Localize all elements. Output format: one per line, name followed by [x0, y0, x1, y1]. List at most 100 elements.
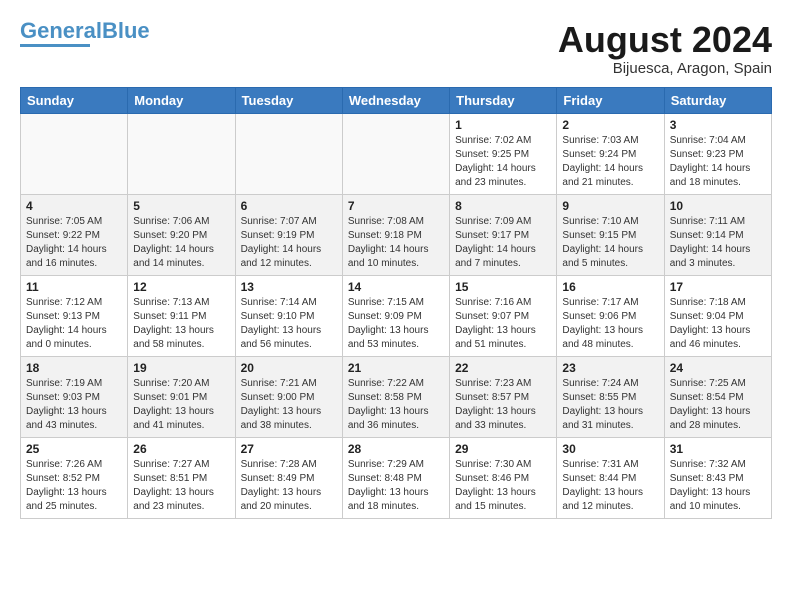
calendar-cell: 27 Sunrise: 7:28 AM Sunset: 8:49 PM Dayli… [235, 437, 342, 518]
calendar-cell: 21 Sunrise: 7:22 AM Sunset: 8:58 PM Dayli… [342, 356, 449, 437]
day-number: 4 [26, 199, 122, 213]
day-number: 31 [670, 442, 766, 456]
day-info: Sunrise: 7:21 AM Sunset: 9:00 PM Dayligh… [241, 377, 337, 433]
day-info: Sunrise: 7:25 AM Sunset: 8:54 PM Dayligh… [670, 377, 766, 433]
week-row-1: 1 Sunrise: 7:02 AM Sunset: 9:25 PM Daylig… [21, 113, 772, 194]
day-number: 14 [348, 280, 444, 294]
logo-general: General [20, 18, 102, 43]
day-info: Sunrise: 7:06 AM Sunset: 9:20 PM Dayligh… [133, 215, 229, 271]
day-number: 23 [562, 361, 658, 375]
day-info: Sunrise: 7:27 AM Sunset: 8:51 PM Dayligh… [133, 458, 229, 514]
day-number: 13 [241, 280, 337, 294]
calendar-cell: 7Sunrise: 7:08 AM Sunset: 9:18 PM Daylig… [342, 194, 449, 275]
day-number: 28 [348, 442, 444, 456]
calendar-cell: 20 Sunrise: 7:21 AM Sunset: 9:00 PM Dayli… [235, 356, 342, 437]
day-info: Sunrise: 7:13 AM Sunset: 9:11 PM Dayligh… [133, 296, 229, 352]
day-number: 11 [26, 280, 122, 294]
day-info: Sunrise: 7:07 AM Sunset: 9:19 PM Dayligh… [241, 215, 337, 271]
page-header: GeneralBlue August 2024 Bijuesca, Aragon… [20, 20, 772, 77]
day-info: Sunrise: 7:24 AM Sunset: 8:55 PM Dayligh… [562, 377, 658, 433]
day-info: Sunrise: 7:08 AM Sunset: 9:18 PM Dayligh… [348, 215, 444, 271]
day-info: Sunrise: 7:02 AM Sunset: 9:25 PM Dayligh… [455, 134, 551, 190]
calendar-cell [342, 113, 449, 194]
calendar-body: 1 Sunrise: 7:02 AM Sunset: 9:25 PM Daylig… [21, 113, 772, 518]
calendar-cell: 11 Sunrise: 7:12 AM Sunset: 9:13 PM Dayli… [21, 275, 128, 356]
day-number: 21 [348, 361, 444, 375]
calendar-cell: 13Sunrise: 7:14 AM Sunset: 9:10 PM Dayli… [235, 275, 342, 356]
day-number: 3 [670, 118, 766, 132]
calendar-cell: 6Sunrise: 7:07 AM Sunset: 9:19 PM Daylig… [235, 194, 342, 275]
day-info: Sunrise: 7:22 AM Sunset: 8:58 PM Dayligh… [348, 377, 444, 433]
day-number: 2 [562, 118, 658, 132]
day-number: 9 [562, 199, 658, 213]
day-header-thursday: Thursday [450, 87, 557, 113]
day-header-tuesday: Tuesday [235, 87, 342, 113]
calendar-cell: 24 Sunrise: 7:25 AM Sunset: 8:54 PM Dayli… [664, 356, 771, 437]
day-number: 27 [241, 442, 337, 456]
day-info: Sunrise: 7:15 AM Sunset: 9:09 PM Dayligh… [348, 296, 444, 352]
day-number: 29 [455, 442, 551, 456]
calendar-cell: 9 Sunrise: 7:10 AM Sunset: 9:15 PM Daylig… [557, 194, 664, 275]
calendar-header-row: SundayMondayTuesdayWednesdayThursdayFrid… [21, 87, 772, 113]
calendar-cell: 4 Sunrise: 7:05 AM Sunset: 9:22 PM Daylig… [21, 194, 128, 275]
calendar-cell: 17 Sunrise: 7:18 AM Sunset: 9:04 PM Dayli… [664, 275, 771, 356]
calendar-cell: 18 Sunrise: 7:19 AM Sunset: 9:03 PM Dayli… [21, 356, 128, 437]
day-info: Sunrise: 7:16 AM Sunset: 9:07 PM Dayligh… [455, 296, 551, 352]
logo-blue: Blue [102, 18, 150, 43]
calendar-cell: 15Sunrise: 7:16 AM Sunset: 9:07 PM Dayli… [450, 275, 557, 356]
location: Bijuesca, Aragon, Spain [558, 60, 772, 77]
day-header-sunday: Sunday [21, 87, 128, 113]
day-info: Sunrise: 7:12 AM Sunset: 9:13 PM Dayligh… [26, 296, 122, 352]
calendar-cell: 29 Sunrise: 7:30 AM Sunset: 8:46 PM Dayli… [450, 437, 557, 518]
day-number: 5 [133, 199, 229, 213]
day-header-monday: Monday [128, 87, 235, 113]
calendar-cell: 16Sunrise: 7:17 AM Sunset: 9:06 PM Dayli… [557, 275, 664, 356]
calendar-cell: 1 Sunrise: 7:02 AM Sunset: 9:25 PM Daylig… [450, 113, 557, 194]
day-number: 18 [26, 361, 122, 375]
calendar-table: SundayMondayTuesdayWednesdayThursdayFrid… [20, 87, 772, 519]
week-row-5: 25 Sunrise: 7:26 AM Sunset: 8:52 PM Dayli… [21, 437, 772, 518]
day-number: 12 [133, 280, 229, 294]
calendar-cell: 10Sunrise: 7:11 AM Sunset: 9:14 PM Dayli… [664, 194, 771, 275]
calendar-cell [235, 113, 342, 194]
calendar-cell: 2 Sunrise: 7:03 AM Sunset: 9:24 PM Daylig… [557, 113, 664, 194]
day-number: 8 [455, 199, 551, 213]
calendar-cell: 3 Sunrise: 7:04 AM Sunset: 9:23 PM Daylig… [664, 113, 771, 194]
day-number: 20 [241, 361, 337, 375]
day-info: Sunrise: 7:32 AM Sunset: 8:43 PM Dayligh… [670, 458, 766, 514]
day-info: Sunrise: 7:20 AM Sunset: 9:01 PM Dayligh… [133, 377, 229, 433]
calendar-cell: 8Sunrise: 7:09 AM Sunset: 9:17 PM Daylig… [450, 194, 557, 275]
week-row-4: 18 Sunrise: 7:19 AM Sunset: 9:03 PM Dayli… [21, 356, 772, 437]
day-info: Sunrise: 7:19 AM Sunset: 9:03 PM Dayligh… [26, 377, 122, 433]
day-number: 19 [133, 361, 229, 375]
day-number: 25 [26, 442, 122, 456]
day-info: Sunrise: 7:10 AM Sunset: 9:15 PM Dayligh… [562, 215, 658, 271]
day-info: Sunrise: 7:30 AM Sunset: 8:46 PM Dayligh… [455, 458, 551, 514]
calendar-cell: 26 Sunrise: 7:27 AM Sunset: 8:51 PM Dayli… [128, 437, 235, 518]
day-info: Sunrise: 7:31 AM Sunset: 8:44 PM Dayligh… [562, 458, 658, 514]
day-info: Sunrise: 7:05 AM Sunset: 9:22 PM Dayligh… [26, 215, 122, 271]
calendar-cell: 5 Sunrise: 7:06 AM Sunset: 9:20 PM Daylig… [128, 194, 235, 275]
day-info: Sunrise: 7:04 AM Sunset: 9:23 PM Dayligh… [670, 134, 766, 190]
calendar-cell [21, 113, 128, 194]
day-number: 1 [455, 118, 551, 132]
day-header-friday: Friday [557, 87, 664, 113]
day-info: Sunrise: 7:18 AM Sunset: 9:04 PM Dayligh… [670, 296, 766, 352]
day-number: 17 [670, 280, 766, 294]
calendar-cell: 31 Sunrise: 7:32 AM Sunset: 8:43 PM Dayli… [664, 437, 771, 518]
day-info: Sunrise: 7:03 AM Sunset: 9:24 PM Dayligh… [562, 134, 658, 190]
calendar-cell: 28Sunrise: 7:29 AM Sunset: 8:48 PM Dayli… [342, 437, 449, 518]
day-number: 26 [133, 442, 229, 456]
day-number: 24 [670, 361, 766, 375]
title-block: August 2024 Bijuesca, Aragon, Spain [558, 20, 772, 77]
day-number: 10 [670, 199, 766, 213]
calendar-cell: 30Sunrise: 7:31 AM Sunset: 8:44 PM Dayli… [557, 437, 664, 518]
month-year: August 2024 [558, 20, 772, 60]
day-info: Sunrise: 7:17 AM Sunset: 9:06 PM Dayligh… [562, 296, 658, 352]
day-info: Sunrise: 7:26 AM Sunset: 8:52 PM Dayligh… [26, 458, 122, 514]
logo: GeneralBlue [20, 20, 150, 47]
calendar-cell: 23 Sunrise: 7:24 AM Sunset: 8:55 PM Dayli… [557, 356, 664, 437]
day-info: Sunrise: 7:28 AM Sunset: 8:49 PM Dayligh… [241, 458, 337, 514]
logo-underline [20, 44, 90, 47]
week-row-2: 4 Sunrise: 7:05 AM Sunset: 9:22 PM Daylig… [21, 194, 772, 275]
